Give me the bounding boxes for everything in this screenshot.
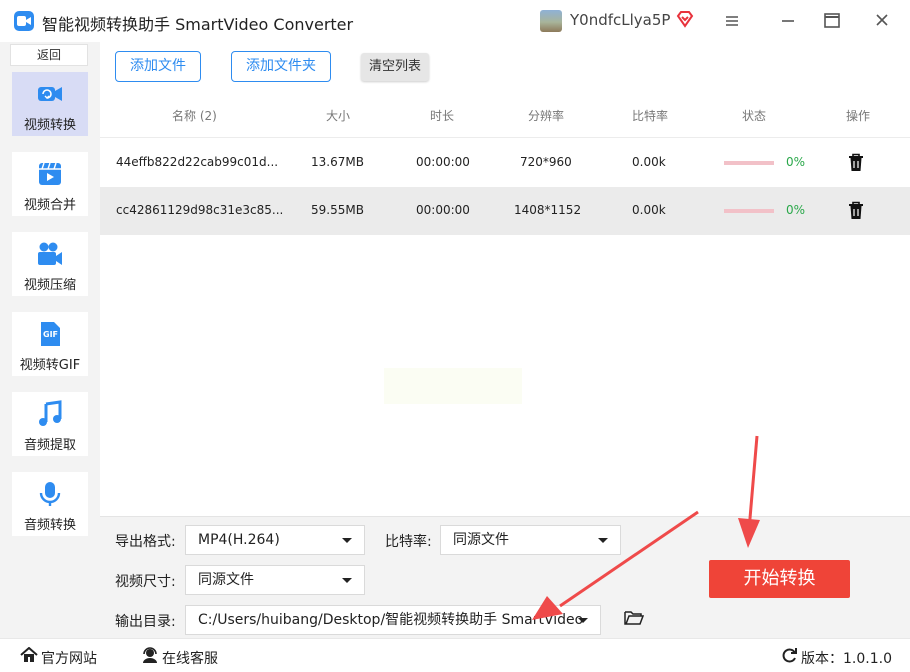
bitrate-label: 比特率: bbox=[385, 534, 432, 550]
table-row[interactable]: 44effb822d22cab99c01d... 13.67MB 00:00:0… bbox=[100, 139, 910, 187]
start-convert-button[interactable]: 开始转换 bbox=[709, 560, 850, 598]
sidebar-item-video-gif[interactable]: GIF 视频转GIF bbox=[12, 312, 88, 376]
sidebar-item-audio-convert[interactable]: 音频转换 bbox=[12, 472, 88, 536]
file-duration: 00:00:00 bbox=[416, 155, 470, 169]
faint-watermark bbox=[384, 368, 522, 404]
column-header-name[interactable]: 名称 (2) bbox=[172, 107, 217, 124]
maximize-icon[interactable] bbox=[820, 10, 844, 32]
format-select-value: MP4(H.264) bbox=[198, 532, 280, 548]
clear-list-button[interactable]: 清空列表 bbox=[361, 53, 429, 81]
file-size: 59.55MB bbox=[311, 203, 364, 217]
add-file-button[interactable]: 添加文件 bbox=[115, 51, 201, 82]
file-duration: 00:00:00 bbox=[416, 203, 470, 217]
home-icon bbox=[20, 646, 38, 667]
menu-icon[interactable] bbox=[720, 10, 744, 32]
progress-bar bbox=[724, 209, 774, 213]
format-select[interactable]: MP4(H.264) bbox=[185, 525, 365, 555]
progress-percent: 0% bbox=[786, 203, 806, 217]
close-icon[interactable] bbox=[870, 10, 894, 32]
file-bitrate: 0.00k bbox=[632, 203, 666, 217]
chevron-down-icon bbox=[578, 618, 588, 623]
minimize-icon[interactable] bbox=[776, 10, 800, 32]
column-header-resolution: 分辨率 bbox=[528, 109, 565, 123]
add-folder-button[interactable]: 添加文件夹 bbox=[231, 51, 331, 82]
svg-text:GIF: GIF bbox=[43, 330, 58, 339]
column-header-duration: 时长 bbox=[430, 109, 455, 123]
vip-diamond-icon[interactable] bbox=[676, 10, 694, 32]
video-merge-icon bbox=[36, 160, 64, 188]
progress-percent: 0% bbox=[786, 155, 806, 169]
open-folder-icon[interactable] bbox=[624, 610, 645, 630]
output-dir-label: 输出目录: bbox=[115, 614, 176, 630]
output-dir-value: C:/Users/huibang/Desktop/智能视频转换助手 SmartV… bbox=[198, 612, 584, 628]
chevron-down-icon bbox=[342, 538, 352, 543]
file-name: cc42861129d98c31e3c85... bbox=[116, 203, 284, 217]
sidebar-item-label: 视频合并 bbox=[23, 198, 76, 213]
table-header: 名称 (2) 大小 时长 分辨率 比特率 状态 操作 bbox=[100, 92, 910, 138]
microphone-icon bbox=[36, 480, 64, 508]
sidebar-item-label: 视频压缩 bbox=[23, 278, 76, 293]
file-resolution: 1408*1152 bbox=[514, 203, 582, 217]
chevron-down-icon bbox=[598, 538, 608, 543]
back-button[interactable]: 返回 bbox=[10, 44, 88, 66]
column-header-status: 状态 bbox=[742, 109, 767, 123]
output-settings-panel: 导出格式: MP4(H.264) 比特率: 同源文件 视频尺寸: 同源文件 输出… bbox=[100, 516, 910, 638]
footer: 官方网站 在线客服 版本：1.0.1.0 bbox=[0, 638, 910, 672]
column-header-action: 操作 bbox=[846, 109, 871, 123]
file-resolution: 720*960 bbox=[520, 155, 572, 169]
delete-icon[interactable] bbox=[848, 201, 864, 220]
progress-bar bbox=[724, 161, 774, 165]
user-avatar[interactable] bbox=[540, 10, 562, 32]
video-size-select-value: 同源文件 bbox=[198, 572, 254, 588]
refresh-icon bbox=[781, 647, 798, 668]
sidebar-item-label: 视频转换 bbox=[23, 118, 76, 133]
table-row[interactable]: cc42861129d98c31e3c85... 59.55MB 00:00:0… bbox=[100, 187, 910, 235]
video-convert-icon bbox=[36, 80, 64, 108]
version-label[interactable]: 版本：1.0.1.0 bbox=[801, 648, 892, 668]
music-icon bbox=[36, 400, 64, 428]
user-name[interactable]: Y0ndfcLlya5P bbox=[570, 11, 670, 29]
customer-service-icon bbox=[141, 647, 159, 667]
sidebar: 返回 视频转换 视频合并 视频压缩 GIF 视频转GIF 音频提取 音频转换 bbox=[0, 42, 100, 638]
video-compress-icon bbox=[36, 240, 64, 268]
sidebar-item-audio-extract[interactable]: 音频提取 bbox=[12, 392, 88, 456]
app-title: 智能视频转换助手 SmartVideo Converter bbox=[42, 15, 354, 34]
official-website-link[interactable]: 官方网站 bbox=[41, 648, 97, 668]
file-name: 44effb822d22cab99c01d... bbox=[116, 155, 279, 169]
delete-icon[interactable] bbox=[848, 153, 864, 172]
output-dir-select[interactable]: C:/Users/huibang/Desktop/智能视频转换助手 SmartV… bbox=[185, 605, 601, 635]
sidebar-item-video-compress[interactable]: 视频压缩 bbox=[12, 232, 88, 296]
file-size: 13.67MB bbox=[311, 155, 364, 169]
bitrate-select-value: 同源文件 bbox=[453, 532, 509, 548]
sidebar-item-label: 音频转换 bbox=[23, 518, 76, 533]
title-bar: 智能视频转换助手 SmartVideo Converter Y0ndfcLlya… bbox=[0, 0, 910, 42]
online-support-link[interactable]: 在线客服 bbox=[162, 648, 218, 668]
sidebar-item-video-merge[interactable]: 视频合并 bbox=[12, 152, 88, 216]
column-header-size: 大小 bbox=[326, 109, 351, 123]
sidebar-item-label: 音频提取 bbox=[23, 438, 76, 453]
sidebar-item-video-convert[interactable]: 视频转换 bbox=[12, 72, 88, 136]
bitrate-select[interactable]: 同源文件 bbox=[440, 525, 621, 555]
file-bitrate: 0.00k bbox=[632, 155, 666, 169]
chevron-down-icon bbox=[342, 578, 352, 583]
format-label: 导出格式: bbox=[115, 534, 176, 550]
video-size-select[interactable]: 同源文件 bbox=[185, 565, 365, 595]
gif-icon: GIF bbox=[36, 320, 64, 348]
app-logo-icon bbox=[14, 11, 34, 31]
sidebar-item-label: 视频转GIF bbox=[19, 358, 81, 373]
video-size-label: 视频尺寸: bbox=[115, 574, 176, 590]
column-header-bitrate: 比特率 bbox=[632, 109, 669, 123]
